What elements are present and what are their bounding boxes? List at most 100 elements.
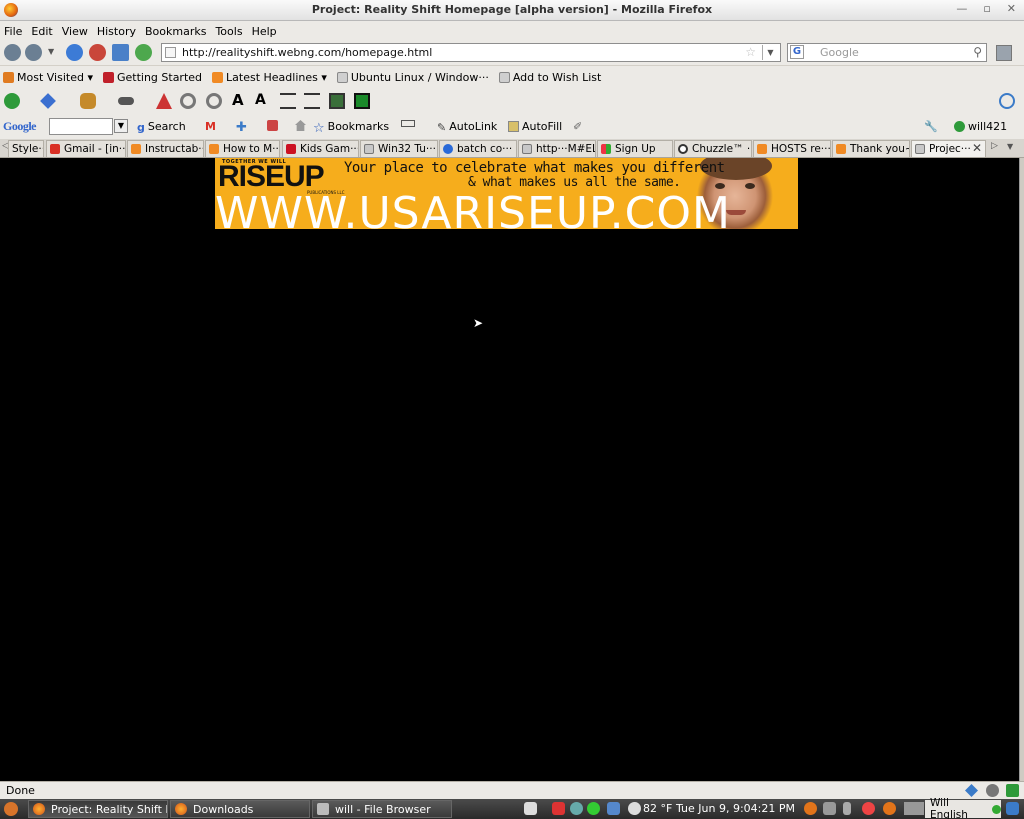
tray-workspace-switcher[interactable]	[904, 802, 924, 815]
maximize-button[interactable]: ▫	[983, 2, 990, 15]
pencil-edit-button[interactable]: ✐	[573, 120, 585, 133]
tab-how-to[interactable]: How to M···	[205, 140, 280, 157]
minimize-button[interactable]: —	[956, 2, 967, 15]
google-search-dropdown-icon[interactable]: ▼	[114, 119, 128, 133]
search-engine-icon[interactable]: G	[790, 45, 804, 59]
url-text[interactable]: http://realityshift.webng.com/homepage.h…	[182, 46, 432, 59]
google-search-input[interactable]	[49, 118, 113, 135]
taskbar-file-browser-window[interactable]: will - File Browser	[312, 800, 452, 818]
tray-volume-icon[interactable]	[843, 802, 851, 815]
search-box[interactable]: G Google ⚲	[787, 43, 987, 62]
weather-temperature[interactable]: 82 °F	[643, 802, 672, 815]
tab-http[interactable]: http···M#EL	[518, 140, 596, 157]
menu-view[interactable]: View	[62, 25, 88, 38]
tray-browser-icon[interactable]	[883, 802, 896, 815]
tab-style[interactable]: Style···	[8, 140, 44, 157]
translate-button[interactable]	[267, 120, 281, 131]
riseup-banner[interactable]: TOGETHER WE WILL RISEUP PUBLICATIONS LLC…	[215, 158, 798, 229]
bookmark-most-visited[interactable]: Most Visited ▾	[3, 71, 93, 84]
menu-tools[interactable]: Tools	[215, 25, 242, 38]
tray-network-icon[interactable]	[570, 802, 583, 815]
ubuntu-menu-icon[interactable]	[4, 802, 18, 816]
status-addon-icon[interactable]	[1006, 784, 1019, 797]
tray-help-icon[interactable]	[862, 802, 875, 815]
bookmark-wish-list[interactable]: Add to Wish List	[498, 71, 601, 84]
menu-bookmarks[interactable]: Bookmarks	[145, 25, 206, 38]
system-clock[interactable]: Tue Jun 9, 9:04:21 PM	[676, 802, 795, 815]
user-switcher[interactable]: Will English	[925, 797, 1001, 819]
tab-list-dropdown-icon[interactable]: ▼	[1007, 142, 1013, 151]
history-dropdown-icon[interactable]: ▼	[48, 47, 58, 64]
autofill-button[interactable]: AutoFill	[508, 120, 562, 133]
bookmark-latest-headlines[interactable]: Latest Headlines ▾	[212, 71, 327, 84]
tray-sync-icon[interactable]	[587, 802, 600, 815]
show-desktop-icon[interactable]	[1006, 802, 1019, 815]
close-window-button[interactable]: ✕	[1007, 2, 1016, 15]
reload-icon[interactable]	[66, 44, 83, 61]
autolink-button[interactable]: ✎ AutoLink	[437, 120, 497, 134]
refresh-page-icon[interactable]	[999, 93, 1015, 109]
google-search-button[interactable]: g Search	[137, 120, 186, 134]
tab-hosts[interactable]: HOSTS re···	[753, 140, 831, 157]
paint-icon[interactable]	[80, 93, 96, 109]
globe-icon[interactable]	[4, 93, 20, 109]
tray-settings-icon[interactable]	[823, 802, 836, 815]
downloads-icon[interactable]	[996, 45, 1012, 61]
bookmark-star-icon[interactable]: ☆	[745, 45, 756, 59]
tab-kids-games[interactable]: Kids Gam···	[282, 140, 359, 157]
tab-gmail[interactable]: Gmail - [in···	[46, 140, 126, 157]
search-placeholder[interactable]: Google	[820, 46, 859, 59]
tray-update-icon[interactable]	[552, 802, 565, 815]
glasses-icon[interactable]	[118, 97, 134, 105]
bookmark-ubuntu[interactable]: Ubuntu Linux / Window···	[336, 71, 489, 84]
taskbar-downloads-window[interactable]: Downloads	[170, 800, 310, 818]
google-bookmarks-button[interactable]: ☆ Bookmarks	[313, 120, 389, 136]
close-tab-icon[interactable]: ✕	[972, 141, 982, 155]
tray-signal-icon[interactable]	[607, 802, 620, 815]
status-diamond-icon[interactable]	[965, 784, 978, 797]
leaf-icon[interactable]	[354, 93, 370, 109]
chart-icon[interactable]	[156, 93, 172, 109]
font-larger-icon[interactable]: A	[232, 91, 248, 109]
session-icon[interactable]	[135, 44, 152, 61]
settings-button[interactable]: 🔧	[924, 120, 941, 133]
tab-project[interactable]: Projec··· ✕	[911, 140, 986, 157]
tab-instructables[interactable]: Instructab···	[127, 140, 204, 157]
vertical-scrollbar[interactable]	[1019, 158, 1024, 781]
status-gear-icon[interactable]	[986, 784, 999, 797]
plus-button[interactable]: ✚	[236, 120, 250, 135]
url-dropdown-icon[interactable]: ▼	[762, 45, 778, 60]
search-icon[interactable]: ⚲	[973, 45, 982, 59]
stop-icon[interactable]	[89, 44, 106, 61]
tab-chuzzle[interactable]: Chuzzle™ ···	[674, 140, 752, 157]
tab-sign-up[interactable]: Sign Up	[597, 140, 673, 157]
tab-scroll-right-icon[interactable]: ▷	[991, 141, 998, 151]
google-logo[interactable]: Google	[3, 119, 37, 134]
tray-screenshot-icon[interactable]	[524, 802, 537, 815]
zoom-out-icon[interactable]	[206, 93, 222, 109]
tab-thank-you[interactable]: Thank you~	[832, 140, 910, 157]
bookmark-getting-started[interactable]: Getting Started	[102, 71, 202, 84]
image-icon[interactable]	[329, 93, 345, 109]
pencil-icon[interactable]	[40, 93, 56, 109]
google-account-button[interactable]: will421	[954, 120, 1007, 133]
zoom-in-icon[interactable]	[180, 93, 196, 109]
menu-help[interactable]: Help	[252, 25, 277, 38]
gmail-button[interactable]: M	[205, 120, 219, 133]
font-smaller-icon[interactable]: A	[255, 92, 271, 108]
home-page-button[interactable]	[295, 120, 309, 131]
menu-file[interactable]: File	[4, 25, 22, 38]
url-bar[interactable]: http://realityshift.webng.com/homepage.h…	[161, 43, 781, 62]
line-spacing-icon[interactable]	[280, 93, 296, 109]
taskbar-firefox-window[interactable]: Project: Reality Shift H···	[28, 800, 168, 818]
menu-edit[interactable]: Edit	[31, 25, 52, 38]
list-icon[interactable]	[304, 93, 320, 109]
back-icon[interactable]	[4, 44, 21, 61]
home-icon[interactable]	[112, 44, 129, 61]
tab-batch[interactable]: batch co···	[439, 140, 517, 157]
tray-firefox-icon[interactable]	[804, 802, 817, 815]
menu-history[interactable]: History	[97, 25, 136, 38]
forward-icon[interactable]	[25, 44, 42, 61]
pagerank-button[interactable]	[401, 120, 418, 127]
tab-win32[interactable]: Win32 Tu···	[360, 140, 438, 157]
